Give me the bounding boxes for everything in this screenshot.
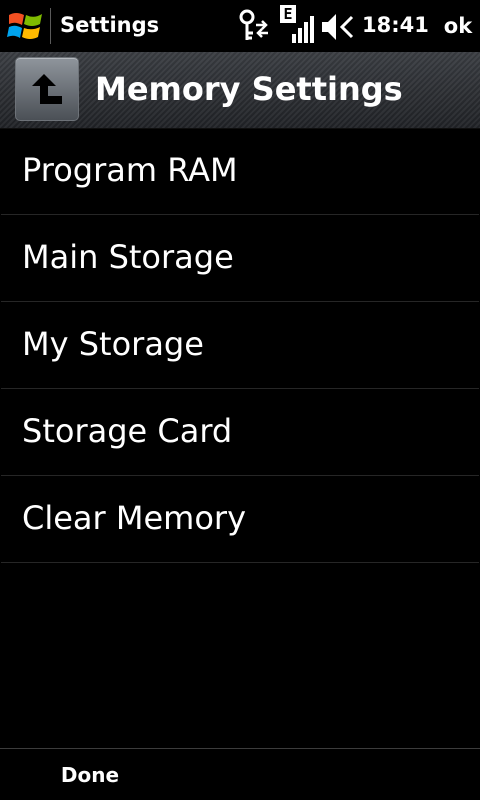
start-button[interactable] xyxy=(0,0,52,52)
app-title: Settings xyxy=(60,13,160,37)
title-separator xyxy=(50,8,51,44)
list-item-label: My Storage xyxy=(22,325,204,363)
list-item-label: Program RAM xyxy=(22,151,238,189)
clock[interactable]: 18:41 xyxy=(362,12,429,38)
done-button[interactable]: Done xyxy=(40,757,140,793)
softkey-bar: Done xyxy=(0,748,480,800)
list-item-label: Clear Memory xyxy=(22,499,246,537)
ok-button[interactable]: ok xyxy=(436,6,480,46)
status-bar: Settings E 18:41 ok xyxy=(0,0,480,52)
memory-settings-screen: Settings E 18:41 ok Memory Settings Prog… xyxy=(0,0,480,800)
list-item-label: Storage Card xyxy=(22,412,233,450)
up-arrow-icon xyxy=(32,74,62,104)
signal-strength-icon xyxy=(292,16,314,43)
list-item-program-ram[interactable]: Program RAM xyxy=(1,128,479,215)
memory-settings-list: Program RAM Main Storage My Storage Stor… xyxy=(0,128,480,563)
connectivity-icon xyxy=(239,9,268,40)
list-item-label: Main Storage xyxy=(22,238,234,276)
windows-start-icon xyxy=(7,13,42,39)
list-item-clear-memory[interactable]: Clear Memory xyxy=(1,476,479,563)
list-item-storage-card[interactable]: Storage Card xyxy=(1,389,479,476)
speaker-muted-icon xyxy=(322,14,354,40)
page-header: Memory Settings xyxy=(0,52,480,129)
list-item-main-storage[interactable]: Main Storage xyxy=(1,215,479,302)
page-title: Memory Settings xyxy=(95,70,403,108)
back-button[interactable] xyxy=(15,57,79,121)
list-item-my-storage[interactable]: My Storage xyxy=(1,302,479,389)
